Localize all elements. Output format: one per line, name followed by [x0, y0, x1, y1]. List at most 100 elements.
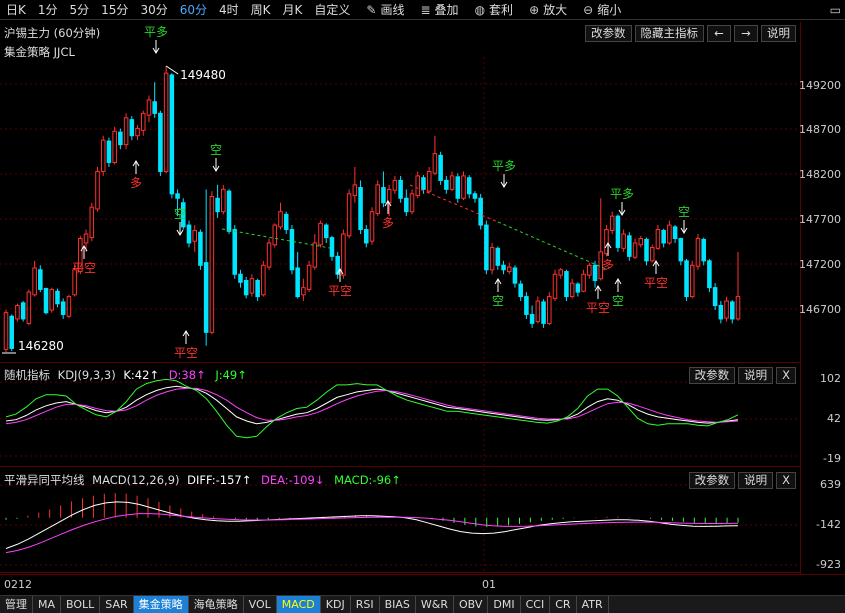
macd-close-button[interactable]: X — [776, 472, 796, 489]
kdj-close-button[interactable]: X — [776, 367, 796, 384]
candle-body — [278, 211, 283, 228]
candle-body — [9, 315, 14, 349]
indicator-tab[interactable]: SAR — [100, 596, 134, 613]
candle-body — [689, 264, 695, 298]
candle-body — [295, 267, 300, 298]
period-tab[interactable]: 1分 — [32, 0, 64, 19]
money-bag-tool-button[interactable]: ◍ 套利 — [467, 0, 522, 19]
indicator-tab[interactable]: W&R — [416, 596, 454, 613]
indicator-tab[interactable]: KDJ — [321, 596, 351, 613]
kdj-d-value: D:38↑ — [168, 368, 206, 382]
trade-signal-label: 空 — [612, 294, 624, 308]
indicator-tab[interactable]: CR — [550, 596, 577, 613]
period-tab[interactable]: 15分 — [95, 0, 134, 19]
candle-body — [323, 224, 329, 239]
candle-body — [369, 211, 375, 242]
indicator-tab[interactable]: CCI — [521, 596, 551, 613]
help-button[interactable]: 说明 — [761, 25, 796, 42]
candle-body — [524, 296, 529, 315]
period-tab[interactable]: 30分 — [134, 0, 173, 19]
candle-body — [312, 242, 318, 268]
candle-body — [140, 112, 146, 131]
macd-title: 平滑异同平均线 — [4, 473, 85, 487]
candle-body — [547, 296, 552, 324]
indicator-tab[interactable]: BOLL — [61, 596, 101, 613]
macd-help-button[interactable]: 说明 — [738, 472, 774, 489]
pencil-tool-button[interactable]: ✎ 画线 — [358, 0, 412, 19]
candle-body — [724, 300, 729, 319]
indicator-tab[interactable]: DMI — [488, 596, 521, 613]
zoom-out-tool-button[interactable]: ⊖ 缩小 — [575, 0, 629, 19]
trade-signal-label: 平空 — [72, 261, 96, 275]
candle-body — [518, 283, 523, 298]
indicator-tab[interactable]: ATR — [577, 596, 609, 613]
candle-body — [581, 273, 586, 292]
candle-body — [627, 235, 632, 257]
trade-signal-label: 平空 — [328, 284, 352, 298]
candle-body — [415, 175, 421, 197]
candle-body — [152, 101, 157, 114]
macd-panel[interactable]: 平滑异同平均线 MACD(12,26,9) DIFF:-157↑ DEA:-10… — [0, 469, 800, 573]
period-tab[interactable]: 4时 — [213, 0, 245, 19]
tool-label: 叠加 — [434, 2, 459, 17]
stack-tool-button[interactable]: ≣ 叠加 — [412, 0, 466, 19]
candle-body — [404, 197, 409, 213]
period-tab[interactable]: 月K — [277, 0, 309, 19]
price-tick: 148200 — [799, 168, 841, 181]
indicator-tab[interactable]: VOL — [244, 596, 277, 613]
prev-indicator-button[interactable]: ← — [707, 25, 731, 42]
candle-body — [215, 197, 220, 213]
time-axis: 0212 01 — [0, 574, 845, 594]
indicator-tab[interactable]: MA — [33, 596, 62, 613]
candle-body — [701, 238, 706, 262]
zoom-in-tool-button[interactable]: ⊕ 放大 — [521, 0, 575, 19]
candle-body — [587, 264, 592, 276]
candle-body — [444, 179, 449, 190]
candle-body — [506, 266, 512, 273]
window-restore-icon[interactable]: ▭ — [830, 0, 841, 19]
next-indicator-button[interactable]: → — [734, 25, 758, 42]
hide-main-indicator-button[interactable]: 隐藏主指标 — [634, 25, 704, 42]
candle-body — [541, 301, 546, 324]
macd-params-button[interactable]: 改参数 — [688, 472, 736, 489]
kdj-help-button[interactable]: 说明 — [738, 367, 774, 384]
indicator-tab[interactable]: RSI — [351, 596, 380, 613]
candle-body — [535, 300, 541, 323]
indicator-tab[interactable]: MACD — [276, 596, 321, 613]
change-params-button[interactable]: 改参数 — [585, 25, 632, 42]
period-tab[interactable]: 周K — [245, 0, 277, 19]
candle-body — [667, 224, 672, 244]
main-chart-panel[interactable]: 149480 146280 平多多空空平空 平空多平空 平多空平多多平空空空平空 沪锡主… — [0, 22, 800, 363]
candle-body — [106, 140, 112, 164]
period-tab[interactable]: 5分 — [64, 0, 96, 19]
time-tick: 01 — [482, 578, 496, 591]
indicator-tab[interactable]: 海龟策略 — [189, 596, 244, 613]
indicator-tab[interactable]: 集金策略 — [133, 596, 189, 613]
period-tab[interactable]: 日K — [0, 0, 32, 19]
trade-signal-label: 平多 — [144, 25, 168, 39]
indicator-tab[interactable]: OBV — [454, 596, 489, 613]
candle-body — [569, 282, 575, 298]
indicator-tab[interactable]: 管理 — [0, 596, 33, 613]
period-tab[interactable]: 自定义 — [308, 0, 356, 19]
time-tick: 0212 — [4, 578, 32, 591]
candle-body — [266, 242, 272, 268]
kdj-tick: 42 — [827, 412, 841, 425]
candle-body — [472, 193, 478, 199]
kdj-tick: -19 — [823, 452, 841, 465]
kdj-params-button[interactable]: 改参数 — [688, 367, 736, 384]
macd-buttons: 改参数 说明 X — [686, 472, 796, 489]
price-tick: 147700 — [799, 213, 841, 226]
candle-body — [432, 153, 438, 174]
candle-body — [392, 179, 398, 191]
indicator-tab[interactable]: BIAS — [380, 596, 416, 613]
kdj-panel[interactable]: 随机指标 KDJ(9,3,3) K:42↑ D:38↑ J:49↑ 改参数 说明… — [0, 364, 800, 467]
candle-body — [32, 267, 37, 296]
period-tab[interactable]: 60分 — [174, 0, 213, 19]
candle-body — [329, 237, 335, 257]
candle-body — [146, 99, 152, 116]
candle-body — [632, 242, 638, 258]
kdj-tick: 102 — [820, 372, 841, 385]
candle-body — [735, 296, 741, 320]
candlestick-chart[interactable]: 149480146280平多多空空平空平空多平空平多空平多多平空 空空平空 — [0, 22, 800, 363]
